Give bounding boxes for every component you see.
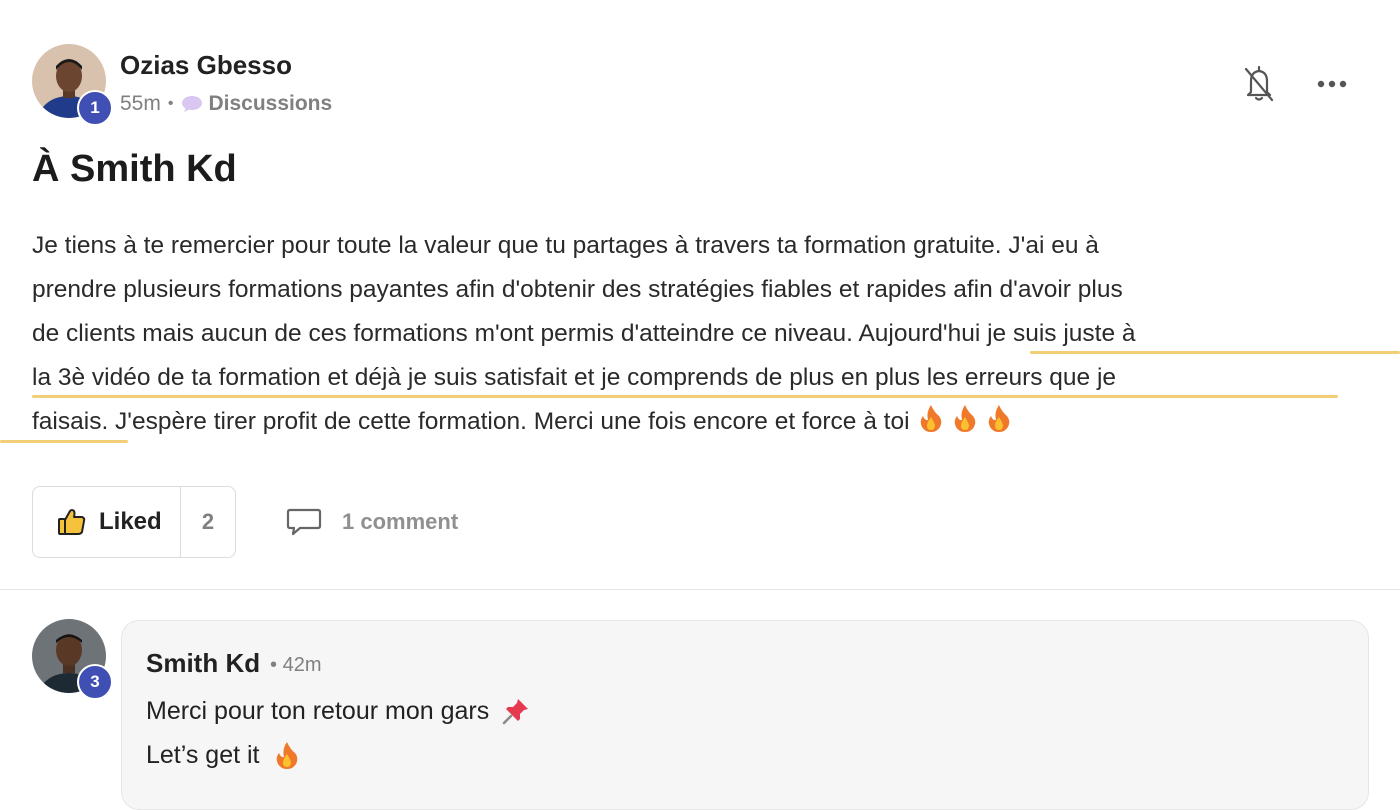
author-level-badge: 1 (77, 90, 113, 126)
post-category-label: Discussions (208, 92, 333, 115)
comment-button[interactable]: 1 comment (286, 506, 458, 538)
post-body-line-last: faisais. J'espère tirer profit de cette … (32, 400, 1372, 448)
comment-text: Let’s get it (146, 740, 260, 769)
post-body-line: faisais. J'espère tirer profit de cette … (32, 408, 910, 435)
fire-emoji (276, 742, 297, 769)
bell-off-icon[interactable] (1242, 64, 1276, 109)
post-body-line: la 3è vidéo de ta formation et déjà je s… (32, 364, 1117, 391)
comment-count-label: 1 comment (342, 509, 459, 534)
section-divider (0, 589, 1400, 590)
post-body-line: Je tiens à te remercier pour toute la va… (32, 232, 1099, 259)
comment-line: Let’s get it (146, 740, 300, 770)
post-meta: 55m • Discussions (120, 92, 332, 116)
like-count[interactable]: 2 (181, 487, 235, 557)
comment-time-value[interactable]: 42m (283, 654, 322, 676)
like-label: Liked (99, 508, 162, 535)
post-category[interactable]: Discussions (180, 92, 332, 116)
commenter-level-badge: 3 (77, 664, 113, 700)
fire-emoji (952, 403, 978, 448)
pushpin-emoji (502, 699, 529, 725)
more-icon[interactable] (1316, 72, 1348, 101)
comment-meta-separator: • (270, 654, 278, 676)
comment-time: • 42m (270, 654, 321, 677)
post-body-line: prendre plusieurs formations payantes af… (32, 276, 1123, 303)
author-name[interactable]: Ozias Gbesso (120, 50, 292, 81)
post-title: À Smith Kd (32, 148, 237, 190)
comment-icon (286, 508, 322, 536)
like-widget: Liked 2 (32, 486, 236, 558)
like-button[interactable]: Liked (33, 487, 181, 557)
fire-emoji (918, 403, 944, 448)
post-body: Je tiens à te remercier pour toute la va… (32, 224, 1372, 448)
comment-line: Merci pour ton retour mon gars (146, 696, 531, 726)
post-body-line: de clients mais aucun de ces formations … (32, 320, 1136, 347)
speech-bubble-icon (182, 96, 203, 112)
thumbs-up-icon (58, 509, 86, 535)
meta-separator: • (167, 95, 174, 112)
post-time[interactable]: 55m (120, 92, 161, 116)
commenter-name[interactable]: Smith Kd (146, 648, 260, 679)
fire-emoji (986, 403, 1012, 448)
comment-text: Merci pour ton retour mon gars (146, 696, 490, 725)
